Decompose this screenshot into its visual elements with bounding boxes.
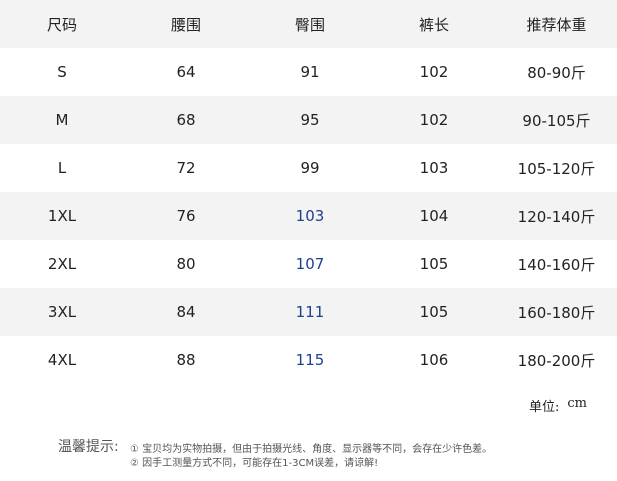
cell-waist: 68 bbox=[176, 111, 196, 129]
cell-weight: 90-105斤 bbox=[522, 111, 591, 130]
table-row: L 72 99 103 105-120斤 bbox=[0, 144, 617, 192]
unit-note: 单位: cm bbox=[529, 396, 587, 415]
header-hip: 臀围 bbox=[294, 15, 325, 34]
header-waist: 腰围 bbox=[170, 15, 201, 34]
cell-waist: 84 bbox=[176, 303, 196, 321]
cell-weight: 160-180斤 bbox=[517, 303, 596, 322]
cell-length: 102 bbox=[419, 111, 449, 129]
cell-waist: 76 bbox=[176, 207, 196, 225]
cell-hip: 91 bbox=[300, 63, 320, 81]
cell-size: 3XL bbox=[47, 303, 77, 321]
cell-hip: 107 bbox=[295, 255, 325, 273]
table-row: 1XL 76 103 104 120-140斤 bbox=[0, 192, 617, 240]
table-row: M 68 95 102 90-105斤 bbox=[0, 96, 617, 144]
cell-hip: 103 bbox=[295, 207, 325, 225]
tips-section: 温馨提示: ① 宝贝均为实物拍摄，但由于拍摄光线、角度、显示器等不同，会存在少许… bbox=[58, 433, 598, 473]
cell-length: 105 bbox=[419, 303, 449, 321]
table-header-row: 尺码 腰围 臀围 裤长 推荐体重 bbox=[0, 0, 617, 48]
cell-weight: 80-90斤 bbox=[527, 63, 586, 82]
size-chart-table: 尺码 腰围 臀围 裤长 推荐体重 S 64 91 102 80-90斤 M 68… bbox=[0, 0, 617, 384]
cell-length: 104 bbox=[419, 207, 449, 225]
table-row: 4XL 88 115 106 180-200斤 bbox=[0, 336, 617, 384]
cell-size: 4XL bbox=[47, 351, 77, 369]
table-row: 3XL 84 111 105 160-180斤 bbox=[0, 288, 617, 336]
cell-waist: 72 bbox=[176, 159, 196, 177]
header-length: 裤长 bbox=[418, 15, 449, 34]
cell-length: 105 bbox=[419, 255, 449, 273]
table-row: S 64 91 102 80-90斤 bbox=[0, 48, 617, 96]
unit-label: 单位: bbox=[529, 400, 560, 415]
cell-size: L bbox=[57, 159, 67, 177]
header-size: 尺码 bbox=[46, 15, 77, 34]
cell-hip: 99 bbox=[300, 159, 320, 177]
cell-waist: 80 bbox=[176, 255, 196, 273]
cell-length: 103 bbox=[419, 159, 449, 177]
cell-size: M bbox=[55, 111, 69, 129]
cell-waist: 88 bbox=[176, 351, 196, 369]
cell-size: 2XL bbox=[47, 255, 77, 273]
cell-weight: 105-120斤 bbox=[517, 159, 596, 178]
cell-size: S bbox=[57, 63, 67, 81]
table-row: 2XL 80 107 105 140-160斤 bbox=[0, 240, 617, 288]
cell-hip: 115 bbox=[295, 351, 325, 369]
tip-line: ① 宝贝均为实物拍摄，但由于拍摄光线、角度、显示器等不同，会存在少许色差。 bbox=[130, 444, 493, 455]
header-weight: 推荐体重 bbox=[526, 15, 587, 34]
cell-length: 106 bbox=[419, 351, 449, 369]
unit-value: cm bbox=[567, 396, 587, 411]
cell-weight: 140-160斤 bbox=[517, 255, 596, 274]
cell-weight: 120-140斤 bbox=[517, 207, 596, 226]
tip-line: ② 因手工测量方式不同，可能存在1-3CM误差，请谅解! bbox=[130, 458, 379, 469]
cell-weight: 180-200斤 bbox=[517, 351, 596, 370]
cell-hip: 111 bbox=[295, 303, 325, 321]
tips-title: 温馨提示: bbox=[58, 439, 119, 455]
cell-waist: 64 bbox=[176, 63, 196, 81]
cell-hip: 95 bbox=[300, 111, 320, 129]
cell-size: 1XL bbox=[47, 207, 77, 225]
cell-length: 102 bbox=[419, 63, 449, 81]
